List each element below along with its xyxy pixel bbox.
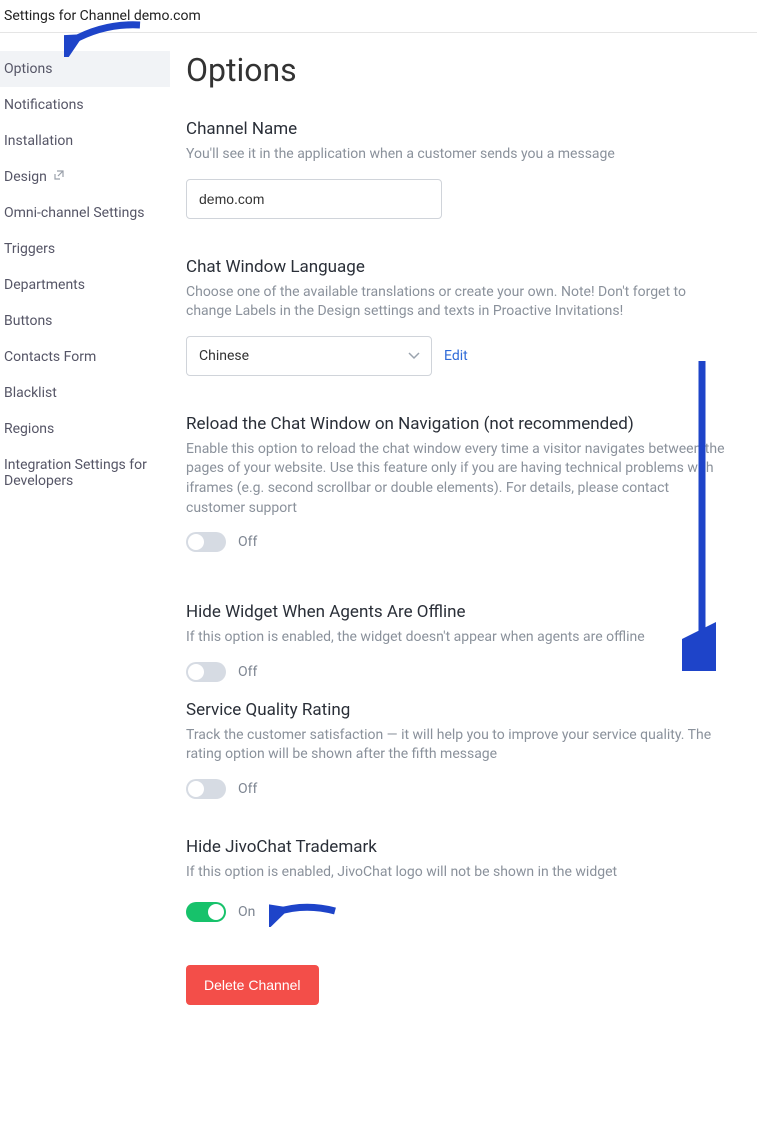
section-desc: Choose one of the available translations…	[186, 283, 726, 322]
section-quality: Service Quality Rating Track the custome…	[186, 682, 757, 799]
sidebar-item-label: Buttons	[4, 313, 52, 329]
sidebar-item-label: Contacts Form	[4, 349, 96, 365]
topbar-title: Settings for Channel demo.com	[4, 8, 201, 24]
sidebar-item-label: Options	[4, 61, 52, 77]
hide-widget-toggle[interactable]	[186, 662, 226, 682]
sidebar-item-regions[interactable]: Regions	[0, 411, 170, 447]
language-select[interactable]: Chinese	[186, 336, 432, 376]
sidebar-item-buttons[interactable]: Buttons	[0, 303, 170, 339]
sidebar-item-design[interactable]: Design	[0, 159, 170, 195]
reload-toggle[interactable]	[186, 532, 226, 552]
section-title: Hide JivoChat Trademark	[186, 837, 757, 857]
section-trademark: Hide JivoChat Trademark If this option i…	[186, 837, 757, 927]
toggle-state-label: Off	[238, 534, 257, 550]
section-desc: You'll see it in the application when a …	[186, 145, 726, 165]
toggle-state-label: Off	[238, 664, 257, 680]
sidebar-item-label: Departments	[4, 277, 85, 293]
annotation-arrow-icon	[269, 897, 339, 927]
trademark-toggle[interactable]	[186, 902, 226, 922]
sidebar-item-triggers[interactable]: Triggers	[0, 231, 170, 267]
toggle-state-label: On	[238, 904, 255, 920]
section-title: Service Quality Rating	[186, 700, 757, 720]
sidebar-item-label: Regions	[4, 421, 54, 437]
sidebar-item-options[interactable]: Options	[0, 51, 170, 87]
language-edit-link[interactable]: Edit	[444, 348, 468, 364]
sidebar-item-label: Installation	[4, 133, 73, 149]
sidebar-item-label: Triggers	[4, 241, 55, 257]
section-desc: Track the customer satisfaction — it wil…	[186, 726, 726, 765]
sidebar-item-departments[interactable]: Departments	[0, 267, 170, 303]
channel-name-input[interactable]	[186, 179, 442, 219]
section-channel-name: Channel Name You'll see it in the applic…	[186, 119, 757, 219]
section-title: Chat Window Language	[186, 257, 757, 277]
section-desc: Enable this option to reload the chat wi…	[186, 440, 726, 518]
section-desc: If this option is enabled, the widget do…	[186, 628, 726, 648]
sidebar-item-label: Blacklist	[4, 385, 57, 401]
sidebar-item-omnichannel[interactable]: Omni-channel Settings	[0, 195, 170, 231]
page-title: Options	[186, 51, 757, 89]
sidebar: Options Notifications Installation Desig…	[0, 33, 170, 1035]
section-title: Channel Name	[186, 119, 757, 139]
sidebar-item-notifications[interactable]: Notifications	[0, 87, 170, 123]
sidebar-item-blacklist[interactable]: Blacklist	[0, 375, 170, 411]
sidebar-item-contacts-form[interactable]: Contacts Form	[0, 339, 170, 375]
section-reload: Reload the Chat Window on Navigation (no…	[186, 414, 757, 552]
external-link-icon	[53, 169, 65, 185]
main-content: Options Channel Name You'll see it in th…	[170, 33, 757, 1035]
section-desc: If this option is enabled, JivoChat logo…	[186, 863, 726, 883]
page-topbar: Settings for Channel demo.com	[0, 0, 757, 33]
section-language: Chat Window Language Choose one of the a…	[186, 257, 757, 376]
sidebar-item-label: Design	[4, 169, 47, 185]
sidebar-item-label: Omni-channel Settings	[4, 205, 144, 221]
toggle-state-label: Off	[238, 781, 257, 797]
sidebar-item-label: Notifications	[4, 97, 84, 113]
delete-channel-button[interactable]: Delete Channel	[186, 965, 319, 1005]
sidebar-item-integration[interactable]: Integration Settings for Developers	[0, 447, 170, 499]
section-title: Hide Widget When Agents Are Offline	[186, 602, 757, 622]
sidebar-item-label: Integration Settings for Developers	[4, 457, 166, 489]
section-hide-widget: Hide Widget When Agents Are Offline If t…	[186, 590, 757, 682]
section-title: Reload the Chat Window on Navigation (no…	[186, 414, 757, 434]
sidebar-item-installation[interactable]: Installation	[0, 123, 170, 159]
language-selected-value: Chinese	[199, 348, 249, 364]
quality-toggle[interactable]	[186, 779, 226, 799]
